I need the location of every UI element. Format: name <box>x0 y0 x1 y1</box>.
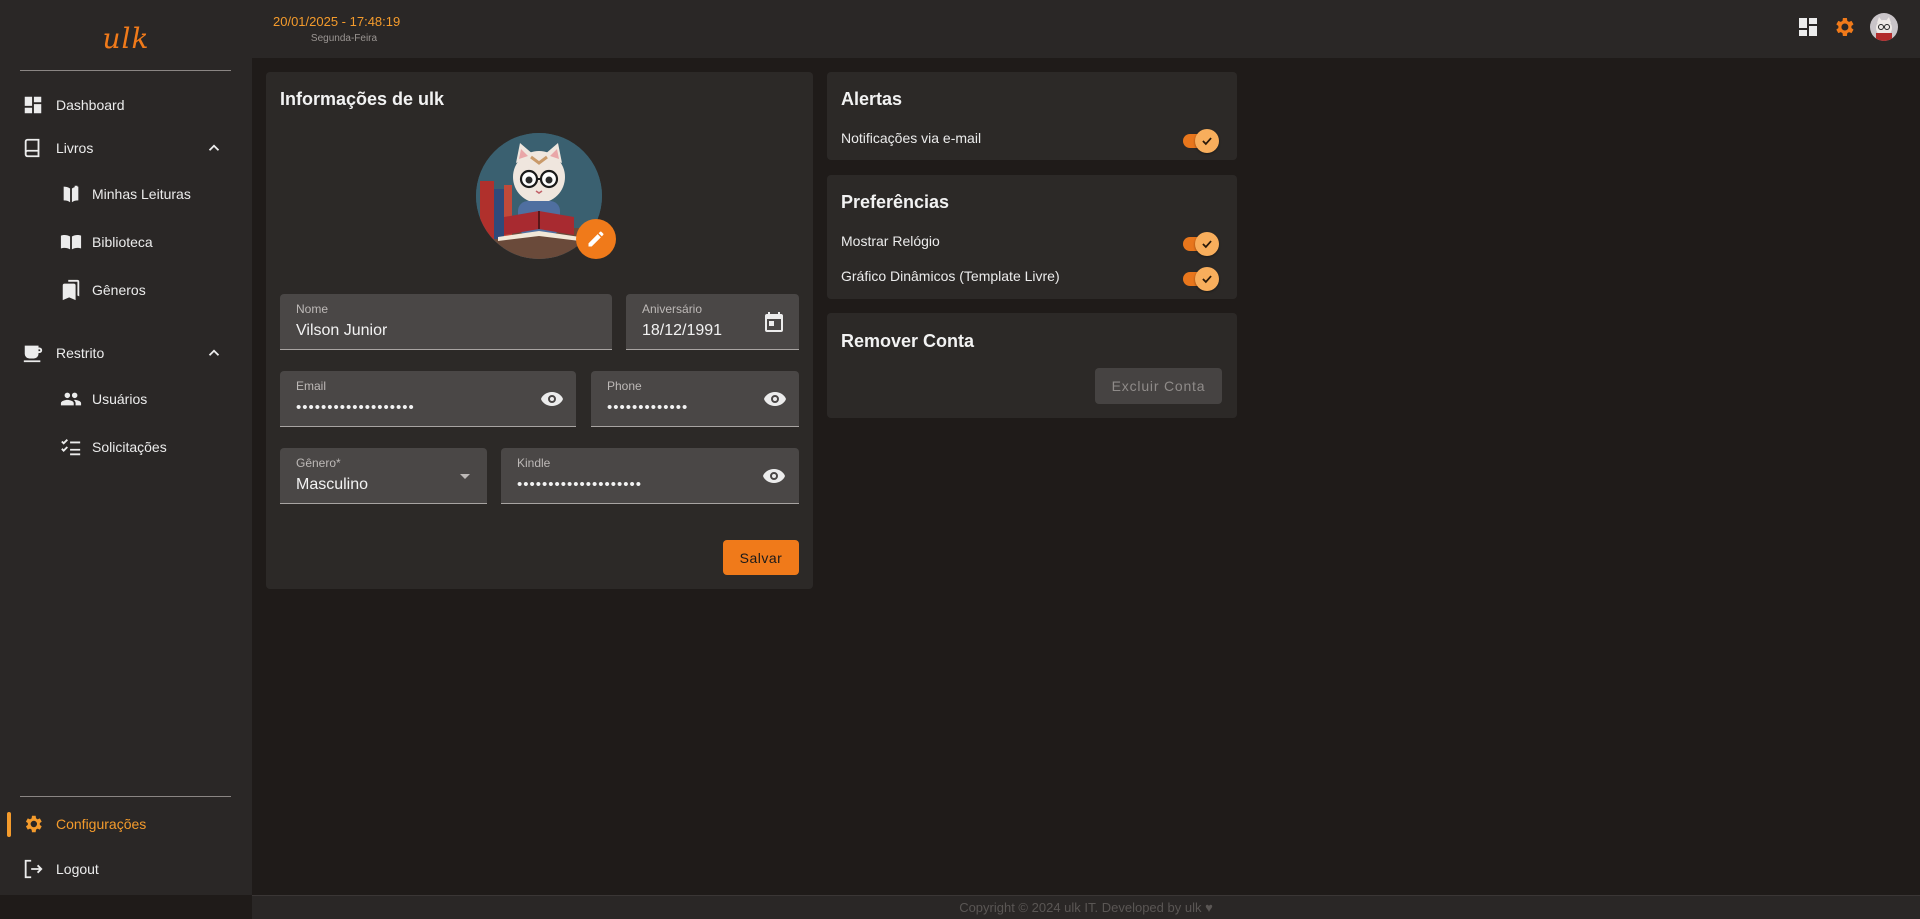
alerts-card <box>827 72 1237 160</box>
phone-label: Phone <box>607 379 642 393</box>
sidebar-item-label: Dashboard <box>56 97 125 113</box>
profile-title: Informações de ulk <box>280 89 445 109</box>
dashboard-icon[interactable] <box>1796 15 1820 39</box>
sidebar-item-label: Restrito <box>56 345 105 361</box>
pencil-icon <box>586 229 606 249</box>
delete-account-button[interactable]: Excluir Conta <box>1095 368 1222 404</box>
alerts-title: Alertas <box>841 89 903 109</box>
clock-datetime: 20/01/2025 - 17:48:19 <box>273 14 401 29</box>
chevron-up-icon[interactable] <box>205 139 223 157</box>
email-notifications-label: Notificações via e-mail <box>841 130 982 146</box>
birthday-label: Aniversário <box>642 302 703 316</box>
name-label: Nome <box>296 302 329 316</box>
sidebar-item-dashboard[interactable]: Dashboard <box>0 85 252 125</box>
calendar-icon[interactable] <box>762 310 786 334</box>
chevron-up-icon[interactable] <box>205 344 223 362</box>
sidebar-item-label: Configurações <box>56 816 147 832</box>
birthday-field[interactable]: Aniversário 18/12/1991 <box>626 294 799 350</box>
show-clock-label: Mostrar Relógio <box>841 233 940 249</box>
eye-icon[interactable] <box>762 464 786 488</box>
check-icon <box>1195 232 1219 256</box>
avatar[interactable] <box>1870 13 1898 41</box>
phone-field[interactable]: Phone ••••••••••••• <box>591 371 799 427</box>
eye-icon[interactable] <box>763 387 787 411</box>
gender-select[interactable]: Gênero* Masculino <box>280 448 487 504</box>
sidebar-item-label: Usuários <box>92 391 148 407</box>
logout-icon <box>22 858 44 880</box>
sidebar-item-label: Gêneros <box>92 282 146 298</box>
kindle-label: Kindle <box>517 456 551 470</box>
remove-account-title: Remover Conta <box>841 331 975 351</box>
name-field[interactable]: Nome Vilson Junior <box>280 294 612 350</box>
top-header: 20/01/2025 - 17:48:19 Segunda-Feira <box>252 0 1920 58</box>
gear-icon <box>22 813 44 835</box>
email-label: Email <box>296 379 327 393</box>
sidebar-item-restrito[interactable]: Restrito <box>0 333 252 373</box>
save-button[interactable]: Salvar <box>723 540 799 575</box>
gender-label: Gênero* <box>296 456 341 470</box>
sidebar-item-label: Logout <box>56 861 99 877</box>
coffee-icon <box>22 342 44 364</box>
book-icon <box>22 137 44 159</box>
sidebar-item-label: Biblioteca <box>92 234 153 250</box>
dropdown-arrow-icon <box>453 464 477 488</box>
sidebar-divider <box>20 796 231 797</box>
gear-icon[interactable] <box>1832 15 1856 39</box>
sidebar-item-usuarios[interactable]: Usuários <box>0 379 252 419</box>
sidebar-item-label: Livros <box>56 140 94 156</box>
birthday-value: 18/12/1991 <box>642 322 723 339</box>
eye-icon[interactable] <box>540 387 564 411</box>
people-icon <box>60 388 82 410</box>
gender-value: Masculino <box>296 476 369 493</box>
dynamic-charts-label: Gráfico Dinâmicos (Template Livre) <box>841 268 1060 284</box>
sidebar-item-logout[interactable]: Logout <box>0 849 252 889</box>
email-field[interactable]: Email ••••••••••••••••••• <box>280 371 576 427</box>
sidebar-item-configuracoes[interactable]: Configurações <box>0 804 252 844</box>
phone-value: ••••••••••••• <box>607 399 689 416</box>
email-value: ••••••••••••••••••• <box>296 399 415 416</box>
check-icon <box>1195 267 1219 291</box>
check-icon <box>1195 129 1219 153</box>
sidebar-item-solicitacoes[interactable]: Solicitações <box>0 427 252 467</box>
checklist-icon <box>60 436 82 458</box>
clock-weekday: Segunda-Feira <box>310 33 378 44</box>
footer: Copyright © 2024 ulk IT. Developed by ul… <box>252 895 1920 919</box>
sidebar-item-minhas-leituras[interactable]: Minhas Leituras <box>0 174 252 214</box>
library-icon <box>60 231 82 253</box>
sidebar-item-biblioteca[interactable]: Biblioteca <box>0 222 252 262</box>
email-notifications-toggle[interactable] <box>1181 127 1219 153</box>
sidebar: ulk Dashboard Livros Minhas Leituras Bib… <box>0 0 252 895</box>
kindle-field[interactable]: Kindle •••••••••••••••••••• <box>501 448 799 504</box>
dynamic-charts-toggle[interactable] <box>1181 265 1219 291</box>
sidebar-item-label: Minhas Leituras <box>92 186 191 202</box>
show-clock-toggle[interactable] <box>1181 230 1219 256</box>
preferences-title: Preferências <box>841 192 950 212</box>
bookmarks-icon <box>60 279 82 301</box>
sidebar-item-livros[interactable]: Livros <box>0 128 252 168</box>
app-logo[interactable]: ulk <box>0 22 252 55</box>
name-value: Vilson Junior <box>296 322 388 339</box>
kindle-value: •••••••••••••••••••• <box>517 476 643 493</box>
sidebar-item-generos[interactable]: Gêneros <box>0 270 252 310</box>
open-book-icon <box>60 183 82 205</box>
edit-avatar-button[interactable] <box>576 219 616 259</box>
dashboard-icon <box>22 94 44 116</box>
sidebar-divider <box>20 70 231 71</box>
sidebar-item-label: Solicitações <box>92 439 167 455</box>
